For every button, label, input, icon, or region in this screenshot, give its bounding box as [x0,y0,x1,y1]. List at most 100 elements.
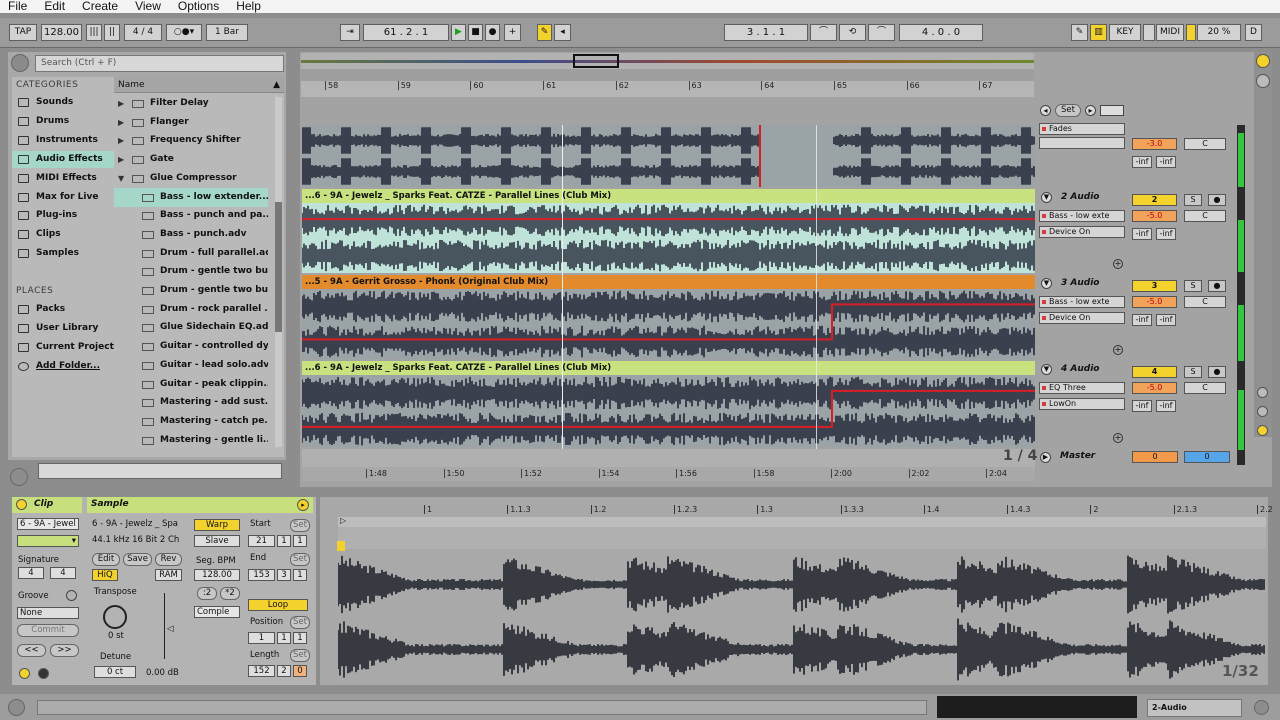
ram-button[interactable]: RAM [155,569,182,581]
menu-create[interactable]: Create [82,0,118,12]
arrangement-view-icon[interactable] [1256,74,1270,88]
commit-button[interactable]: Commit [17,624,79,637]
browser-folder[interactable]: ▶ Flanger [114,113,268,132]
loop-start-field[interactable]: 3 . 1 . 1 [724,24,808,41]
loop-region-strip[interactable]: ▷ [338,516,1266,527]
warp-mode-dropdown[interactable]: Comple [194,606,240,618]
detail-toggle-icon[interactable] [1254,700,1269,715]
place-current-project[interactable]: Current Project [12,339,116,356]
punch-in-icon[interactable]: ⌒ [810,24,837,41]
browser-folder[interactable]: ▶ Filter Delay [114,94,268,113]
clip-waveform[interactable] [302,375,1035,447]
add-lane-icon[interactable]: + [1113,433,1123,443]
category-max-for-live[interactable]: Max for Live [12,189,116,206]
collapsed-arrow-icon[interactable]: ▶ [118,113,124,132]
device-chooser[interactable]: EQ Three [1039,382,1125,394]
collapsed-arrow-icon[interactable]: ▶ [118,150,124,169]
browser-preset[interactable]: Mastering - add sust... [114,393,268,412]
expanded-arrow-icon[interactable]: ▼ [118,169,124,188]
seg-bpm-field[interactable]: 128.00 [194,569,240,581]
place-packs[interactable]: Packs [12,301,116,318]
end-set-button[interactable]: Set [290,553,310,566]
pan-field[interactable]: C [1184,296,1226,308]
start-sixteenth[interactable]: 1 [293,535,307,547]
envelopes-icon[interactable] [38,668,49,679]
end-bar[interactable]: 153 [248,569,275,581]
add-lane-icon[interactable]: + [1113,259,1123,269]
browser-preset[interactable]: Drum - gentle two bu... [114,262,268,281]
nudge-up-icon[interactable]: || [104,24,120,41]
sample-waveform[interactable] [338,552,1266,682]
volume-field[interactable]: -5.0 [1132,210,1177,222]
master-number[interactable]: 0 [1132,451,1178,463]
clip-color-dropdown[interactable]: ▾ [17,535,79,547]
clip-waveform[interactable] [302,125,1035,187]
add-lane-icon[interactable]: + [1113,345,1123,355]
arm-record-icon[interactable]: ● [1208,366,1226,378]
track-lane[interactable] [302,125,1035,187]
gain-slider[interactable] [164,593,165,659]
position-set-button[interactable]: Set [290,616,310,629]
save-button[interactable]: Save [123,553,152,566]
transpose-knob[interactable] [103,605,127,629]
category-samples[interactable]: Samples [12,245,116,262]
groove-hot-swap-icon[interactable] [66,590,77,601]
track-fold-icon[interactable]: ▼ [1041,364,1052,375]
browser-preset[interactable]: Drum - gentle two bu... [114,281,268,300]
nudge-back-button[interactable]: << [17,644,46,657]
track-lane[interactable]: ...5 - 9A - Gerrit Grosso - Phonk (Origi… [302,275,1035,359]
pan-field[interactable]: C [1184,138,1226,150]
overview-mini[interactable] [937,696,1137,718]
browser-preset[interactable]: Guitar - controlled dy... [114,337,268,356]
category-drums[interactable]: Drums [12,113,116,130]
browser-preset[interactable]: Bass - low extender.... [114,187,268,207]
pan-field[interactable]: C [1184,210,1226,222]
browser-preset[interactable]: Mastering - catch pe... [114,412,268,431]
arm-record-icon[interactable]: ● [1208,280,1226,292]
nudge-forward-button[interactable]: >> [50,644,79,657]
returns-icon[interactable] [1257,406,1268,417]
browser-preset[interactable]: Bass - punch and pa... [114,206,268,225]
groove-dropdown[interactable]: None [17,607,79,619]
signature-numerator[interactable]: 4 [18,567,44,579]
place-user-library[interactable]: User Library [12,320,116,337]
length-beat[interactable]: 2 [277,665,291,677]
warp-button[interactable]: Warp [194,519,240,531]
collapsed-arrow-icon[interactable]: ▶ [118,94,124,113]
set-locator-button[interactable]: Set [1055,104,1081,117]
mixer-icon[interactable] [1257,425,1268,436]
warp-marker-strip[interactable] [337,527,1266,551]
category-midi-effects[interactable]: MIDI Effects [12,170,116,187]
time-ruler[interactable]: 1:48 1:50 1:52 1:54 1:56 1:58 2:00 2:02 2:04 [302,467,1035,481]
master-track-name[interactable]: Master [1060,451,1095,461]
menu-file[interactable]: File [8,0,27,12]
track-name[interactable]: 4 Audio [1061,364,1099,374]
control-chooser[interactable]: Device On [1039,312,1125,324]
category-sounds[interactable]: Sounds [12,94,116,111]
browser-preset[interactable]: Mastering - gentle li... [114,431,268,450]
master-value[interactable]: 0 [1184,451,1230,463]
browser-folder[interactable]: ▶ Frequency Shifter [114,131,268,150]
pan-field[interactable]: C [1184,382,1226,394]
browser-toggle-icon[interactable] [11,54,29,72]
clip-title[interactable]: ...5 - 9A - Gerrit Grosso - Phonk (Origi… [302,275,1035,289]
slave-button[interactable]: Slave [194,535,240,547]
start-beat[interactable]: 1 [277,535,291,547]
edit-button[interactable]: Edit [92,553,120,566]
track-activator[interactable]: 4 [1132,366,1177,378]
solo-button[interactable]: S [1184,194,1202,206]
browser-search-input[interactable]: Search (Ctrl + F) [35,55,284,72]
browser-preset[interactable]: Glue Sidechain EQ.adv [114,318,268,337]
category-instruments[interactable]: Instruments [12,132,116,149]
clip-launch-icon[interactable] [19,668,30,679]
track-lane[interactable]: ...6 - 9A - Jewelz _ Sparks Feat. CATZE … [302,361,1035,447]
category-clips[interactable]: Clips [12,226,116,243]
lock-icon[interactable] [1100,105,1124,116]
start-set-button[interactable]: Set [290,519,310,532]
nudge-icon[interactable]: ||| [86,24,102,41]
place-add-folder[interactable]: Add Folder... [12,358,116,375]
menu-view[interactable]: View [135,0,161,12]
computer-keyboard-icon[interactable]: ▥ [1090,24,1107,41]
file-list-scrollbar[interactable] [275,97,282,447]
play-icon[interactable]: ▶ [451,24,466,41]
